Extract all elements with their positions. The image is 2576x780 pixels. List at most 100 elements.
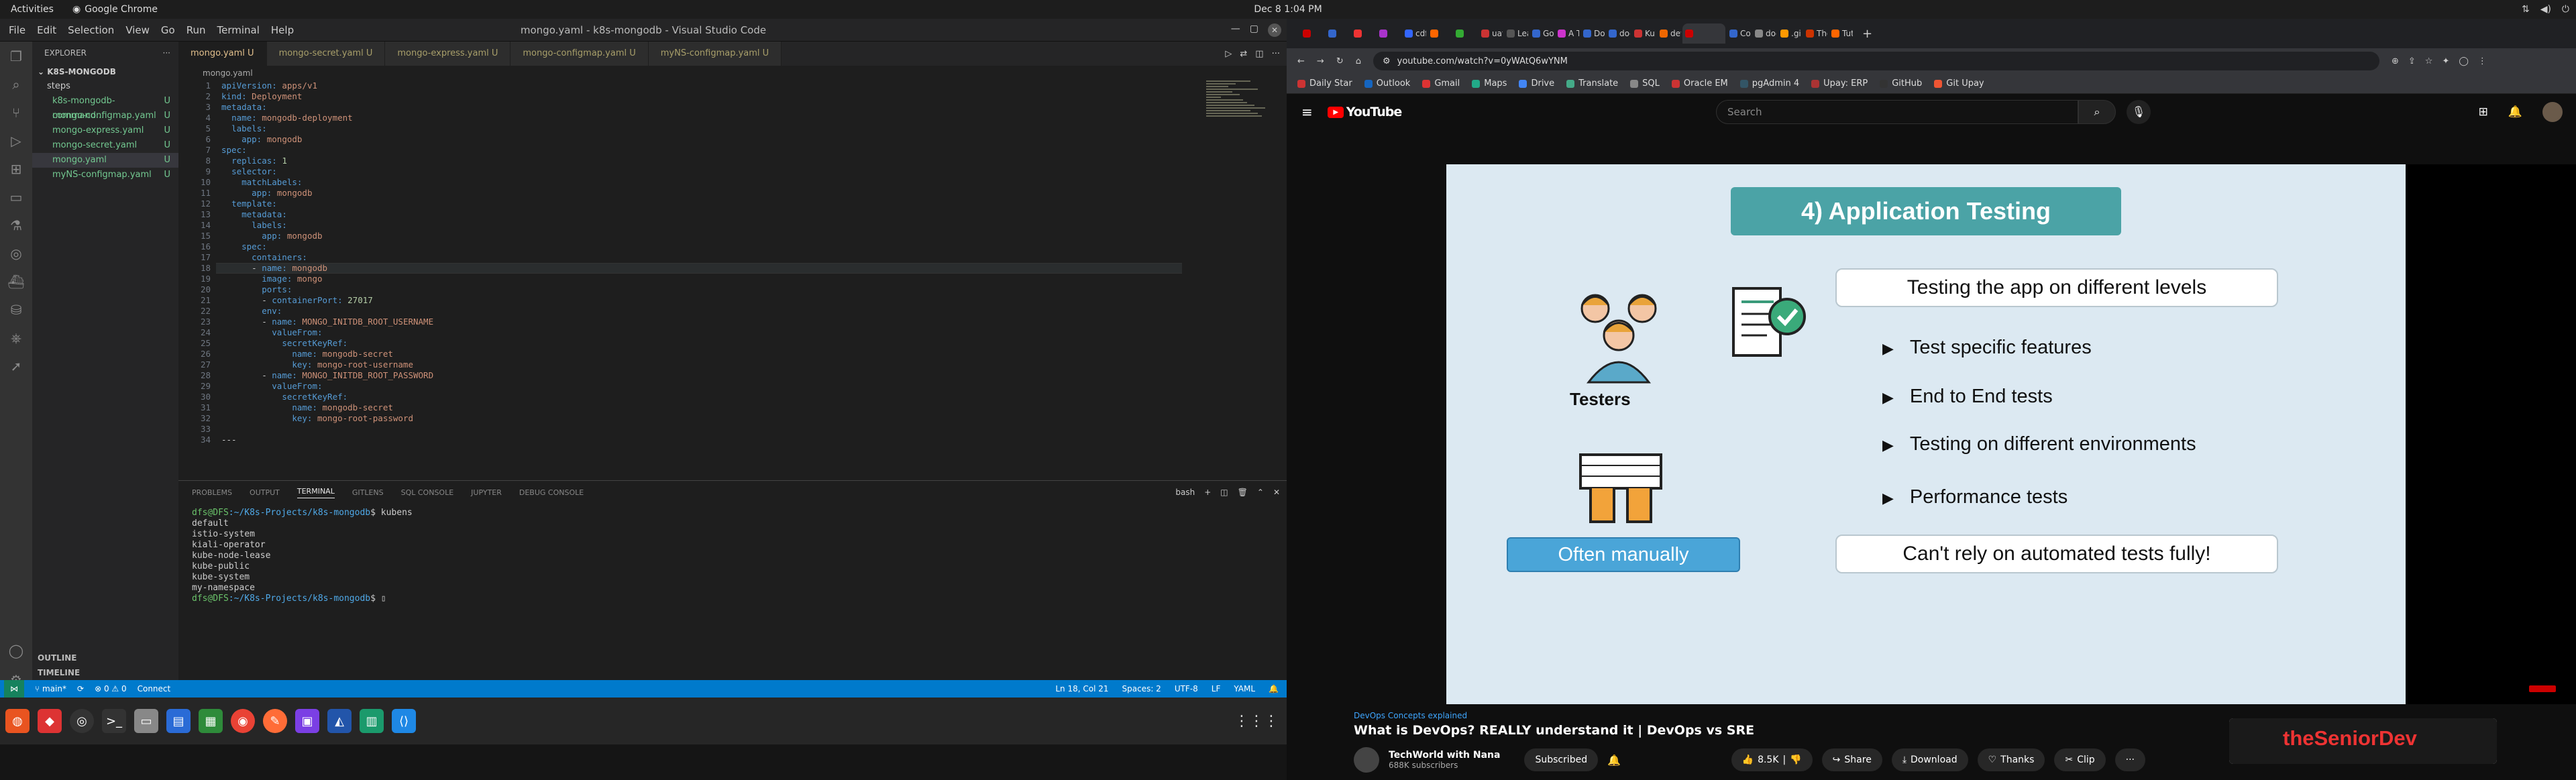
testing-icon[interactable]: ⚗ [10,217,22,233]
postman-icon[interactable]: ✎ [263,709,287,733]
ad-banner[interactable]: theSeniorDev [2229,718,2497,764]
terminal-shell-label[interactable]: bash [1175,488,1195,497]
bookmark-item[interactable]: Oracle EM [1671,78,1728,89]
menu-terminal[interactable]: Terminal [217,24,260,36]
vscode-dock-icon[interactable]: ⟨⟩ [392,709,416,733]
playlist-link[interactable]: DevOps Concepts explained [1354,711,2145,720]
sync-icon[interactable]: ⟳ [77,684,84,693]
bell-icon[interactable]: 🔔 [1607,754,1621,767]
docker-icon[interactable]: ⛴ [7,274,24,290]
bookmark-item[interactable]: Outlook [1364,78,1410,89]
database-icon[interactable]: ⛁ [11,302,22,318]
panel-tab-problems[interactable]: PROBLEMS [192,488,232,497]
browser-tab[interactable]: cdf [1402,23,1426,44]
app-grid-icon[interactable]: ⋮⋮⋮ [1234,713,1279,730]
jetbrains-icon[interactable]: ▣ [295,709,319,733]
code-editor[interactable]: 1 apiVersion: apps/v1 2 kind: Deployment 3 me… [178,80,1287,469]
youtube-search-input[interactable]: Search [1716,100,2078,124]
tab-myns-configmap[interactable]: myNS-configmap.yaml U [648,42,782,66]
bookmark-item[interactable]: Translate [1566,78,1618,89]
tab-mongo-express[interactable]: mongo-express.yaml U [385,42,511,66]
tree-file-selected[interactable]: mongo.yaml U [32,153,178,168]
browser-tab[interactable] [1326,23,1350,44]
browser-tab[interactable]: A Ti [1555,23,1579,44]
tree-file[interactable]: mongo-configmap.yaml U [32,109,178,123]
thanks-button[interactable]: ♡ Thanks [1977,748,2045,771]
forward-icon[interactable]: → [1317,56,1324,66]
eol[interactable]: LF [1212,684,1221,693]
menu-edit[interactable]: Edit [37,24,56,36]
browser-tab[interactable]: doc [1606,23,1630,44]
menu-help[interactable]: Help [271,24,294,36]
outline-section[interactable]: OUTLINE [32,651,178,665]
search-icon[interactable]: ⌕ [12,76,19,93]
maximize-icon[interactable]: ▢ [1250,23,1258,37]
install-icon[interactable]: ⊕ [2392,56,2399,66]
files-app-icon[interactable]: ▭ [134,709,158,733]
tree-file[interactable]: myNS-configmap.yaml U [32,168,178,182]
run-icon[interactable]: ▷ [1225,49,1232,59]
project-folder[interactable]: ⌄ K8S-MONGODB [32,64,178,79]
panel-tab-output[interactable]: OUTPUT [250,488,280,497]
tab-mongo-configmap[interactable]: mongo-configmap.yaml U [511,42,649,66]
tree-folder-steps[interactable]: steps [32,79,178,94]
clip-button[interactable]: ✂ Clip [2054,748,2106,771]
youtube-logo[interactable]: ▶ YouTube [1327,105,1402,119]
channel-avatar[interactable] [1354,747,1379,773]
cursor-position[interactable]: Ln 18, Col 21 [1055,684,1108,693]
bookmark-item[interactable]: Git Upay [1934,78,1984,89]
terminal[interactable]: dfs@DFS:~/K8s-Projects/k8s-mongodb$ kube… [178,504,1287,608]
mic-icon[interactable]: 🎙 [2127,100,2151,124]
split-editor-icon[interactable]: ◫ [1255,49,1263,59]
trash-icon[interactable]: 🗑 [1238,488,1248,497]
menu-hamburger-icon[interactable]: ≡ [1301,104,1313,120]
document-icon[interactable]: ▤ [166,709,191,733]
extensions-icon[interactable]: ✦ [2442,56,2449,66]
extensions-icon[interactable]: ⊞ [11,161,22,177]
menu-view[interactable]: View [125,24,150,36]
tree-file[interactable]: mongo-express.yaml U [32,123,178,138]
minimize-icon[interactable]: — [1231,23,1240,37]
bookmark-item[interactable]: Maps [1472,78,1507,89]
gitlens-icon[interactable]: ◎ [10,245,21,262]
anydesk-icon[interactable]: ◆ [38,709,62,733]
panel-tab-gitlens[interactable]: GITLENS [352,488,384,497]
branch-indicator[interactable]: ⑂ main* [35,684,66,693]
browser-tab[interactable]: Kub [1631,23,1656,44]
encoding[interactable]: UTF-8 [1175,684,1198,693]
browser-tab[interactable] [1682,23,1725,44]
share-icon[interactable]: ⇪ [2408,56,2416,66]
spreadsheet-icon[interactable]: ▦ [199,709,223,733]
subscribed-button[interactable]: Subscribed [1524,748,1599,771]
remote-icon[interactable]: ⋈ [4,680,24,698]
bookmark-item[interactable]: Upay: ERP [1811,78,1868,89]
timeline-section[interactable]: TIMELINE [32,665,178,680]
terminal-app-icon[interactable]: >_ [102,709,126,733]
new-terminal-icon[interactable]: + [1204,488,1211,497]
run-debug-icon[interactable]: ▷ [11,133,21,149]
more-icon[interactable]: ··· [1272,49,1280,59]
source-control-icon[interactable]: ⑂ [12,105,20,121]
panel-tab-sql-console[interactable]: SQL CONSOLE [401,488,454,497]
breadcrumb[interactable]: mongo.yaml [178,66,1287,80]
bookmark-item[interactable]: Gmail [1422,78,1460,89]
home-icon[interactable]: ⌂ [1356,56,1361,66]
notifications-icon[interactable]: 🔔 [1269,684,1279,693]
pycharm-icon[interactable]: ▥ [360,709,384,733]
obs-icon[interactable]: ◎ [70,709,94,733]
app-menu[interactable]: ◉ Google Chrome [72,4,158,15]
tree-file[interactable]: k8s-mongodb-command... U [32,94,178,121]
tab-mongo-secret[interactable]: mongo-secret.yaml U [266,42,386,66]
back-icon[interactable]: ← [1297,56,1305,66]
browser-tab[interactable]: Go [1529,23,1554,44]
activities-button[interactable]: Activities [11,4,54,15]
close-icon[interactable]: ✕ [1268,23,1281,37]
bookmark-item[interactable]: pgAdmin 4 [1739,78,1799,89]
browser-tab[interactable]: Tut [1829,23,1853,44]
chrome-menu-icon[interactable]: ⋮ [2478,56,2487,66]
menu-run[interactable]: Run [186,24,206,36]
avatar[interactable] [2542,102,2563,122]
menu-go[interactable]: Go [161,24,175,36]
compare-icon[interactable]: ⇄ [1240,49,1247,59]
browser-tab[interactable] [1453,23,1477,44]
